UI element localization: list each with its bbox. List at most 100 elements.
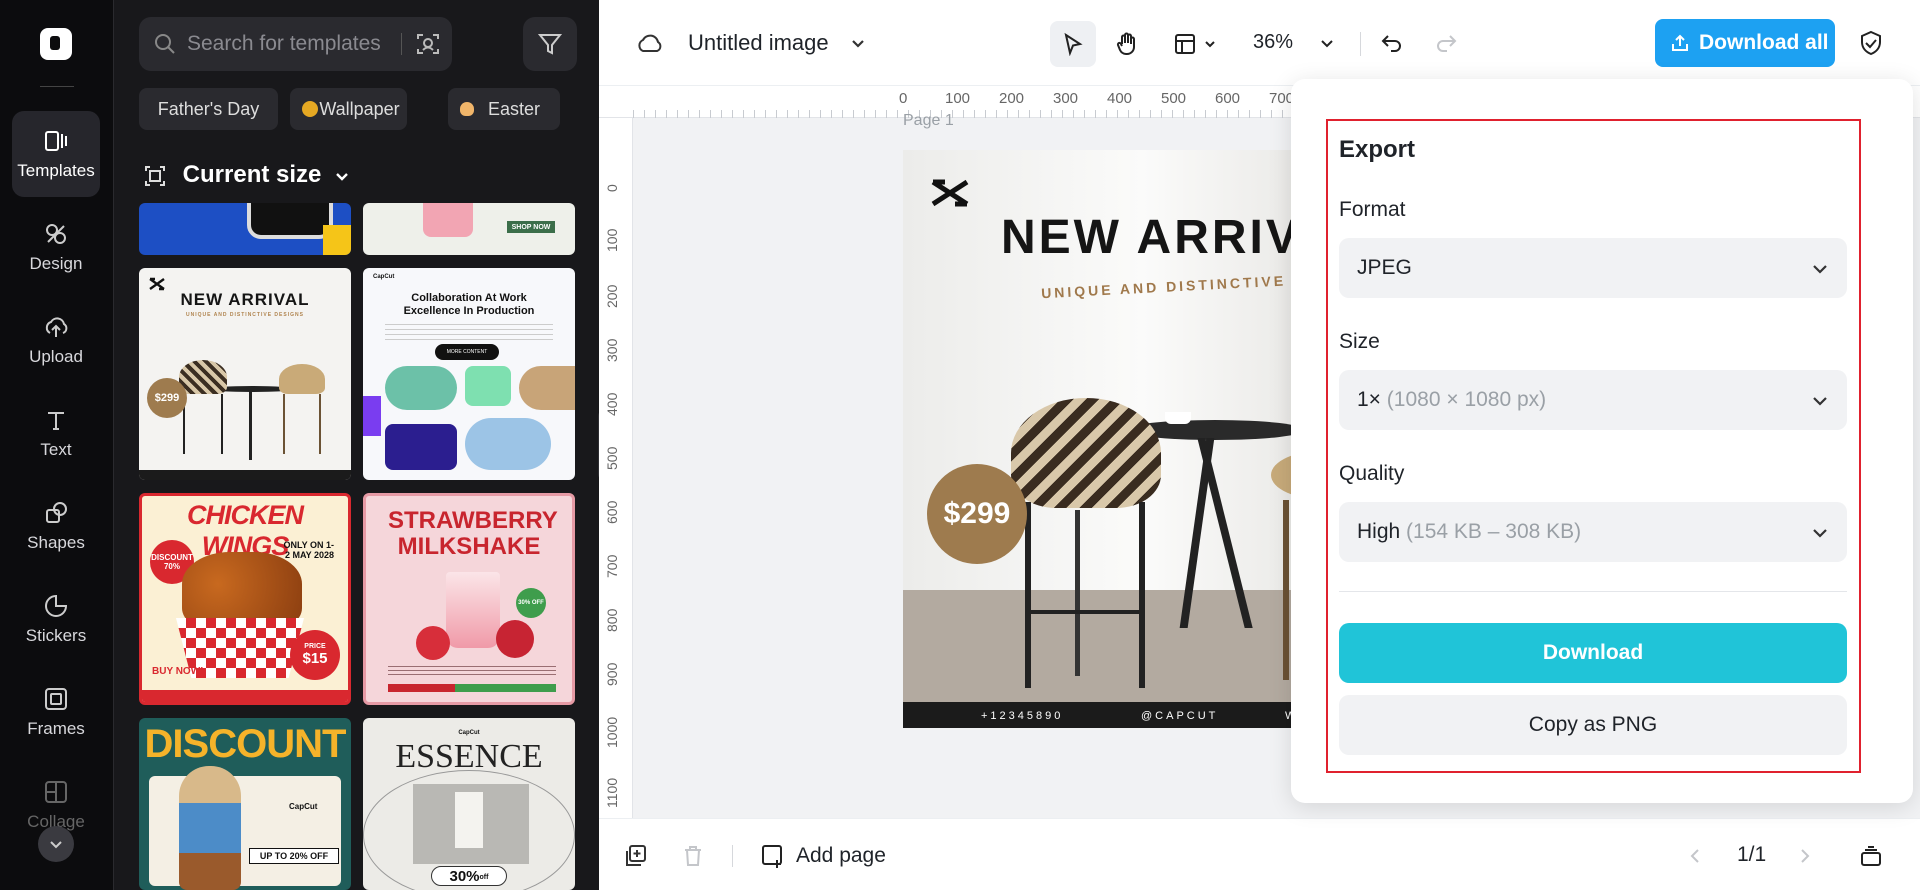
quality-select[interactable]: High (154 KB – 308 KB) [1339,502,1847,562]
shapes-icon [46,502,67,523]
layout-icon [1175,34,1195,54]
template-preview [423,203,473,237]
add-page-button[interactable]: Add page [760,841,886,871]
app-logo[interactable] [40,28,72,60]
filter-button[interactable] [523,17,577,71]
template-card-chicken-wings[interactable]: CHICKEN WINGS ONLY ON 1-2 MAY 2028 DISCO… [139,493,351,705]
page-counter: 1/1 [1737,843,1767,866]
document-title[interactable]: Untitled image [688,30,829,56]
template-date: ONLY ON 1-2 MAY 2028 [283,540,334,560]
sidebar-item-frames[interactable]: Frames [12,669,100,755]
sidebar-item-stickers[interactable]: Stickers [12,576,100,662]
copy-as-png-button[interactable]: Copy as PNG [1339,695,1847,755]
design-title: NEW ARRIV [1001,211,1301,264]
price-badge: PRICE $15 [290,630,340,680]
bottom-divider [732,845,733,867]
chip-easter[interactable]: Easter [448,88,560,130]
pages-panel-icon[interactable] [1859,844,1883,868]
pointer-icon [1064,32,1083,56]
previous-page-icon[interactable] [1686,847,1704,865]
photo-tile [363,396,381,436]
sidebar-item-upload[interactable]: Upload [12,297,100,383]
export-icon [1672,34,1688,51]
chair-image [179,360,227,394]
zoom-level[interactable]: 36% [1253,31,1293,54]
template-search[interactable] [139,17,452,71]
image-search-icon[interactable] [415,31,441,57]
undo-icon[interactable] [1379,30,1405,56]
product-box [455,792,483,848]
vertical-ruler: 0 100 200 300 400 500 600 700 800 900 10… [599,118,633,818]
current-size-dropdown[interactable]: Current size [144,157,350,193]
template-card-collaboration[interactable]: CapCut Collaboration At Work Excellence … [363,268,575,480]
footer-handle: @CAPCUT [1141,710,1219,722]
export-title: Export [1339,136,1416,163]
price-label: PRICE [304,643,326,650]
cloud-sync-icon[interactable] [634,29,664,59]
template-title: Collaboration At Work Excellence In Prod… [403,292,535,317]
download-all-button[interactable]: Download all [1655,19,1835,67]
size-select[interactable]: 1× (1080 × 1080 px) [1339,370,1847,430]
format-label: Format [1339,198,1406,221]
hand-tool-button[interactable] [1104,21,1150,67]
download-button[interactable]: Download [1339,623,1847,683]
template-brand: CapCut [373,274,395,280]
format-select[interactable]: JPEG [1339,238,1847,298]
offer-value: 30% [449,867,480,885]
template-card-shop[interactable]: SHOP NOW [363,203,575,255]
sidebar-item-label: Text [40,440,72,459]
sidebar-item-templates[interactable]: Templates [12,111,100,197]
photo-tile [465,418,551,470]
sidebar-item-design[interactable]: Design [12,204,100,290]
chair-legs [283,394,321,454]
chip-wallpaper[interactable]: Wallpaper [290,88,407,130]
template-brand: CapCut [289,802,318,811]
search-divider [401,33,402,55]
chip-label: Wallpaper [319,99,400,119]
price-badge: $299 [927,464,1027,564]
search-input[interactable] [187,29,387,59]
ruler-label: 1100 [604,777,620,808]
collapse-rail-button[interactable] [38,826,74,862]
chip-label: Easter [487,99,541,119]
ruler-label: 200 [604,284,620,308]
chevron-down-icon [336,172,348,181]
doll-image [179,766,241,890]
chevron-down-icon[interactable] [849,34,867,52]
strawberry-image [496,620,534,658]
next-page-icon[interactable] [1796,847,1814,865]
bottom-bar: Add page 1/1 [599,818,1920,890]
hand-icon [1116,32,1135,55]
strawberry-image [416,626,450,660]
duplicate-page-icon[interactable] [623,843,649,869]
sidebar-item-label: Frames [27,719,85,738]
shield-check-icon[interactable] [1857,29,1885,57]
ruler-label: 400 [1107,90,1133,107]
layout-dropdown[interactable] [1165,21,1225,67]
sidebar-item-text[interactable]: Text [12,390,100,476]
template-card-blue[interactable] [139,203,351,255]
format-value: JPEG [1357,256,1412,279]
template-card-discount[interactable]: DISCOUNT CapCut UP TO 20% OFF [139,718,351,890]
template-card-milkshake[interactable]: STRAWBERRY MILKSHAKE 30% OFF [363,493,575,705]
template-footer [142,690,348,702]
select-tool-button[interactable] [1050,21,1096,67]
photo-tile [385,366,457,410]
capcut-logo-icon [931,179,969,207]
ruler-label: 500 [604,446,620,470]
ruler-label: 400 [604,392,620,416]
template-card-new-arrival[interactable]: NEW ARRIVAL UNIQUE AND DISTINCTIVE DESIG… [139,268,351,480]
chair-leg [1139,502,1145,688]
template-cta: BUY NOW! [152,666,204,677]
redo-icon[interactable] [1433,30,1459,56]
sidebar-item-label: Templates [17,161,95,180]
chip-fathers-day[interactable]: Father's Day [139,88,278,130]
chevron-down-icon[interactable] [1319,35,1335,51]
chevron-down-icon [1813,265,1827,274]
template-card-essence[interactable]: CapCut ESSENCE 30% off [363,718,575,890]
template-preview [247,203,333,239]
offer-label: UP TO 20% OFF [249,848,339,864]
trash-icon[interactable] [681,844,705,868]
sidebar-item-shapes[interactable]: Shapes [12,483,100,569]
size-label: Size [1339,330,1380,353]
